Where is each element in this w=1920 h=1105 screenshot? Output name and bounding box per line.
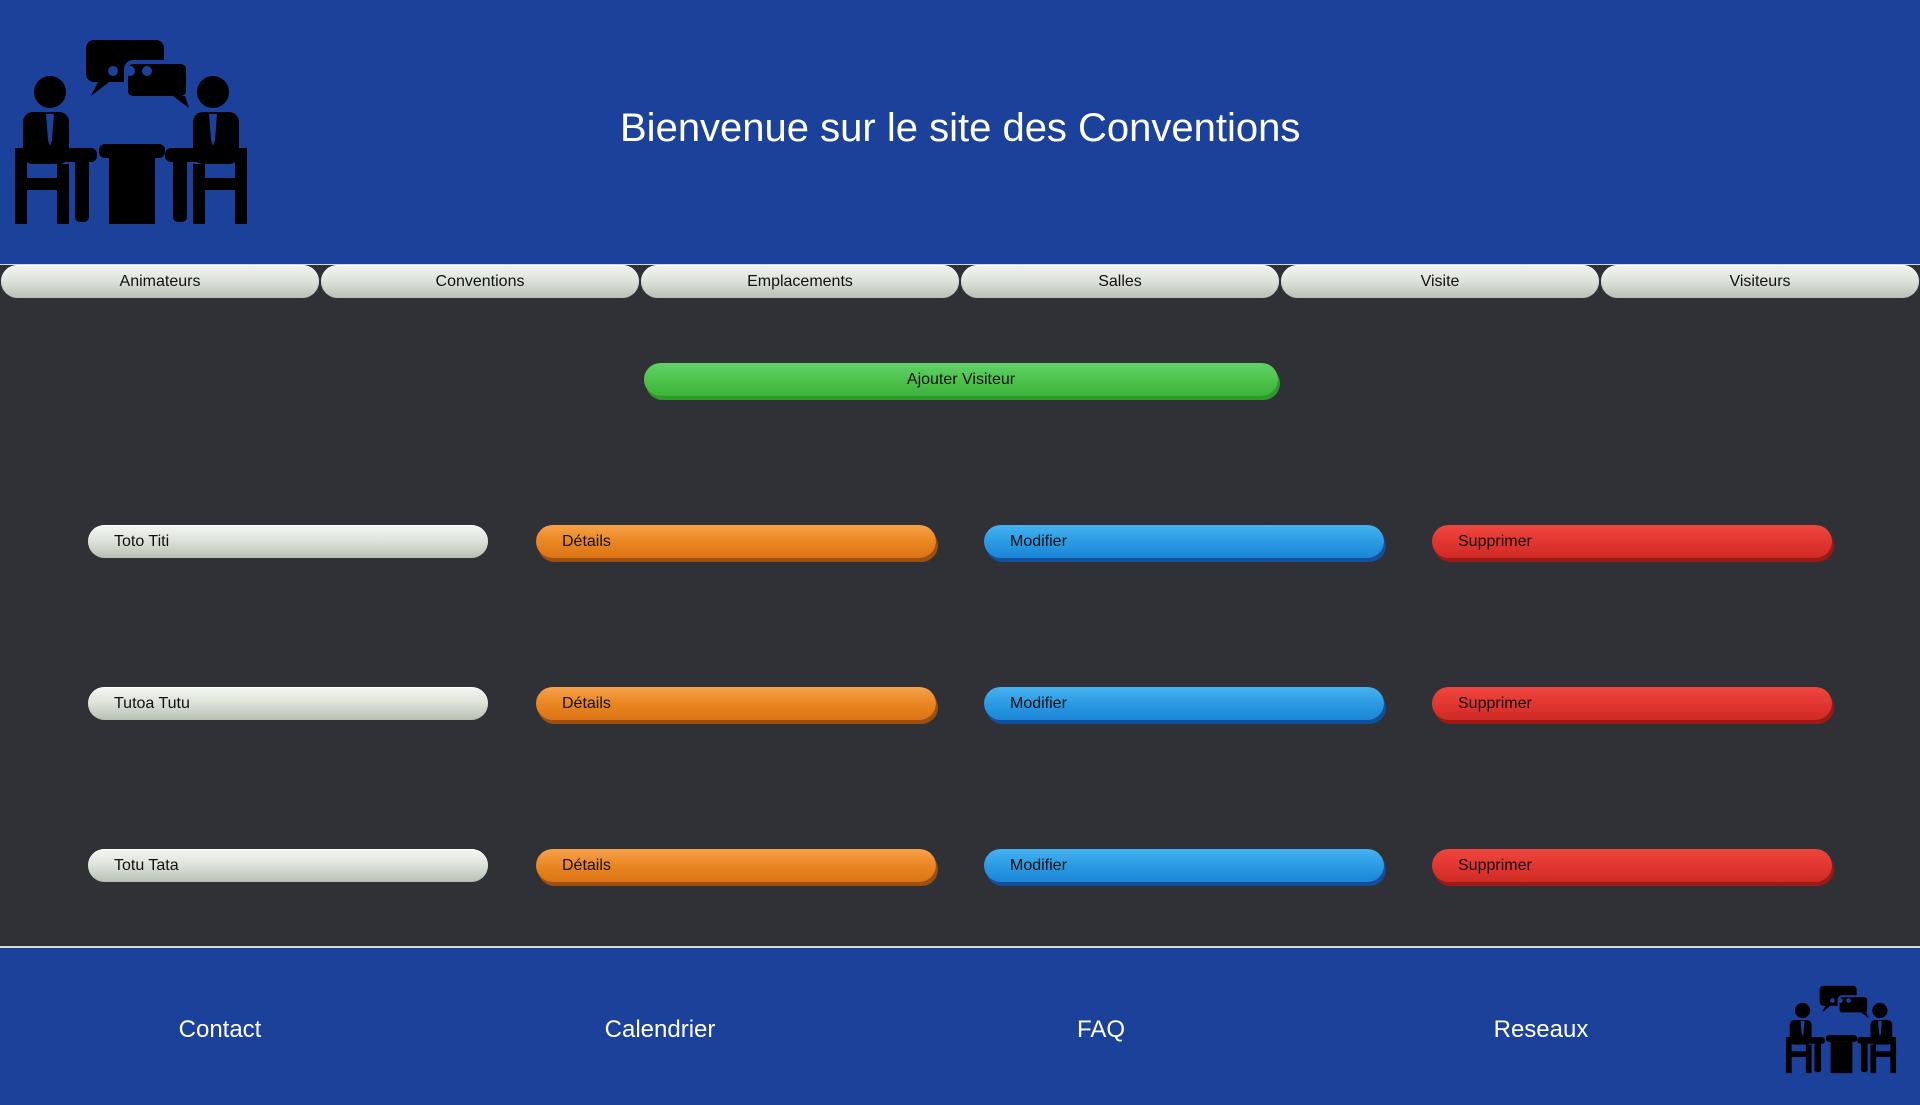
footer-link-contact[interactable]: Contact [70, 1016, 370, 1044]
footer-link-calendrier[interactable]: Calendrier [510, 1016, 810, 1044]
details-button[interactable]: Détails [536, 525, 936, 558]
modify-button[interactable]: Modifier [984, 525, 1384, 558]
add-visitor-button[interactable]: Ajouter Visiteur [644, 363, 1278, 396]
nav-item-visiteurs[interactable]: Visiteurs [1601, 265, 1919, 298]
visitor-name[interactable]: Totu Tata [88, 849, 488, 882]
visitor-name[interactable]: Toto Titi [88, 525, 488, 558]
modify-button[interactable]: Modifier [984, 849, 1384, 882]
details-button[interactable]: Détails [536, 687, 936, 720]
nav-item-salles[interactable]: Salles [961, 265, 1279, 298]
page-title: Bienvenue sur le site des Conventions [620, 106, 1301, 150]
site-header: Bienvenue sur le site des Conventions [0, 0, 1920, 264]
nav-item-emplacements[interactable]: Emplacements [641, 265, 959, 298]
details-button[interactable]: Détails [536, 849, 936, 882]
site-footer: Contact Calendrier FAQ Reseaux [0, 946, 1920, 1105]
nav-item-animateurs[interactable]: Animateurs [1, 265, 319, 298]
meeting-icon [15, 40, 247, 224]
meeting-icon [1785, 985, 1897, 1074]
delete-button[interactable]: Supprimer [1432, 525, 1832, 558]
delete-button[interactable]: Supprimer [1432, 849, 1832, 882]
nav-item-conventions[interactable]: Conventions [321, 265, 639, 298]
delete-button[interactable]: Supprimer [1432, 687, 1832, 720]
main-nav: Animateurs Conventions Emplacements Sall… [0, 264, 1920, 301]
footer-link-reseaux[interactable]: Reseaux [1391, 1016, 1691, 1044]
visitor-name[interactable]: Tutoa Tutu [88, 687, 488, 720]
nav-item-visite[interactable]: Visite [1281, 265, 1599, 298]
modify-button[interactable]: Modifier [984, 687, 1384, 720]
footer-link-faq[interactable]: FAQ [951, 1016, 1251, 1044]
